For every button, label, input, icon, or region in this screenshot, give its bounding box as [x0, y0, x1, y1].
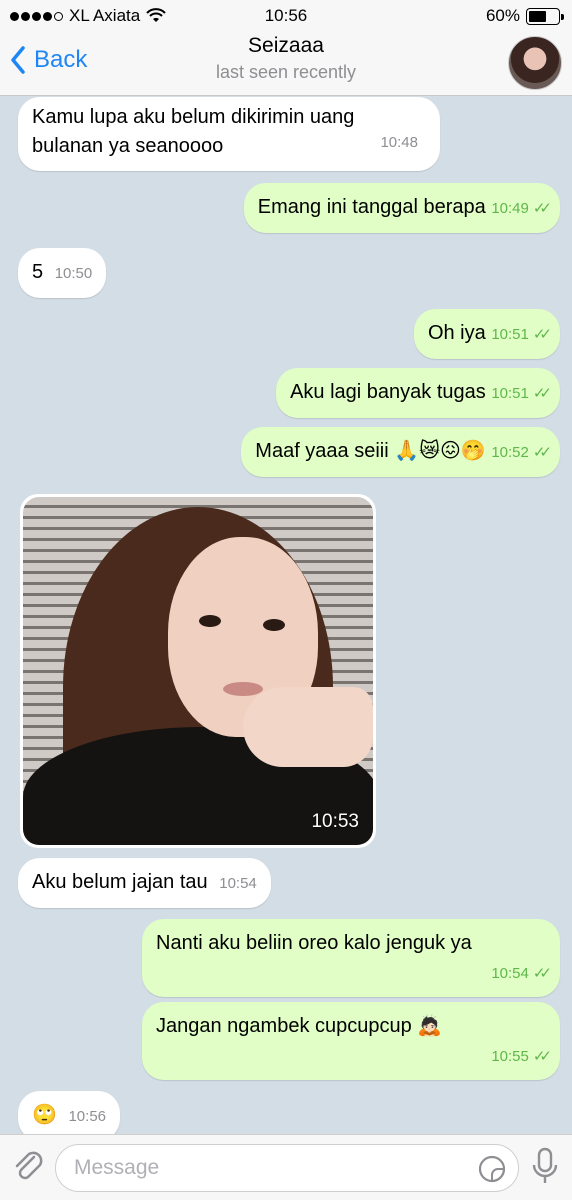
message-text: Aku lagi banyak tugas [290, 381, 486, 403]
battery-percent: 60% [485, 6, 520, 25]
attach-icon[interactable] [12, 1149, 46, 1185]
message-text: Emang ini tanggal berapa [257, 196, 486, 218]
message-text: Oh iya [427, 322, 486, 344]
message-outgoing[interactable]: Aku lagi banyak tugas 10:51 ✓✓ [276, 368, 560, 418]
battery-fill [529, 10, 546, 22]
message-time: 10:49 [491, 200, 529, 217]
double-check-icon: ✓✓ [532, 965, 552, 982]
chat-title: Seizaaa [248, 34, 324, 57]
message-outgoing[interactable]: Jangan ngambek cupcupcup 🙇🏻 10:55 ✓✓ [142, 1002, 560, 1080]
message-outgoing[interactable]: Nanti aku beliin oreo kalo jenguk ya 10:… [142, 919, 560, 997]
message-outgoing[interactable]: Maaf yaaa seiii 🙏😿😖🤭 10:52 ✓✓ [241, 427, 560, 477]
status-bar: XL Axiata 10:56 60% [0, 0, 572, 32]
chat-title-area[interactable]: Seizaaa last seen recently [0, 34, 572, 83]
message-time: 10:50 [54, 265, 93, 282]
message-text: 🙄 [32, 1104, 57, 1126]
message-incoming[interactable]: Aku belum jajan tau 10:54 [18, 858, 271, 908]
mic-icon[interactable] [530, 1147, 560, 1187]
message-time: 10:51 [491, 326, 529, 343]
message-time: 10:55 [491, 1048, 529, 1065]
double-check-icon: ✓✓ [532, 444, 552, 461]
message-text: Nanti aku beliin oreo kalo jenguk ya [156, 932, 472, 954]
chat-history[interactable]: Kamu lupa aku belum dikirimin uang bulan… [0, 97, 572, 1134]
double-check-icon: ✓✓ [532, 326, 552, 343]
message-input[interactable]: Message [55, 1144, 519, 1192]
chat-header: Back Seizaaa last seen recently [0, 32, 572, 96]
message-text: Kamu lupa aku belum dikirimin uang bulan… [32, 106, 355, 157]
photo-image[interactable]: 10:53 [23, 497, 373, 845]
message-text: 5 [32, 261, 44, 283]
message-time: 10:51 [491, 385, 529, 402]
message-text: Maaf yaaa seiii 🙏😿😖🤭 [255, 440, 486, 462]
photo-message[interactable]: 10:53 [20, 494, 376, 848]
double-check-icon: ✓✓ [532, 1048, 552, 1065]
message-incoming[interactable]: 5 10:50 [18, 248, 107, 298]
message-time: 10:48 [380, 134, 418, 151]
contact-avatar[interactable] [508, 36, 562, 90]
message-incoming[interactable]: 🙄 10:56 [18, 1091, 121, 1134]
last-seen-status: last seen recently [215, 62, 357, 82]
double-check-icon: ✓✓ [532, 200, 552, 217]
message-outgoing[interactable]: Oh iya 10:51 ✓✓ [413, 309, 560, 359]
battery-group: 60% [485, 6, 564, 26]
message-text: Aku belum jajan tau [32, 871, 208, 893]
battery-icon [526, 7, 564, 25]
message-input-bar: Message [0, 1134, 572, 1200]
message-time: 10:54 [491, 965, 529, 982]
message-incoming[interactable]: Kamu lupa aku belum dikirimin uang bulan… [18, 97, 440, 171]
double-check-icon: ✓✓ [532, 385, 552, 402]
message-text: Jangan ngambek cupcupcup 🙇🏻 [156, 1015, 443, 1037]
message-outgoing[interactable]: Emang ini tanggal berapa 10:49 ✓✓ [243, 183, 560, 233]
photo-time: 10:53 [311, 811, 359, 832]
sticker-icon[interactable] [478, 1155, 506, 1183]
message-time: 10:54 [219, 875, 257, 892]
message-time: 10:56 [68, 1108, 107, 1125]
message-time: 10:52 [491, 444, 529, 461]
